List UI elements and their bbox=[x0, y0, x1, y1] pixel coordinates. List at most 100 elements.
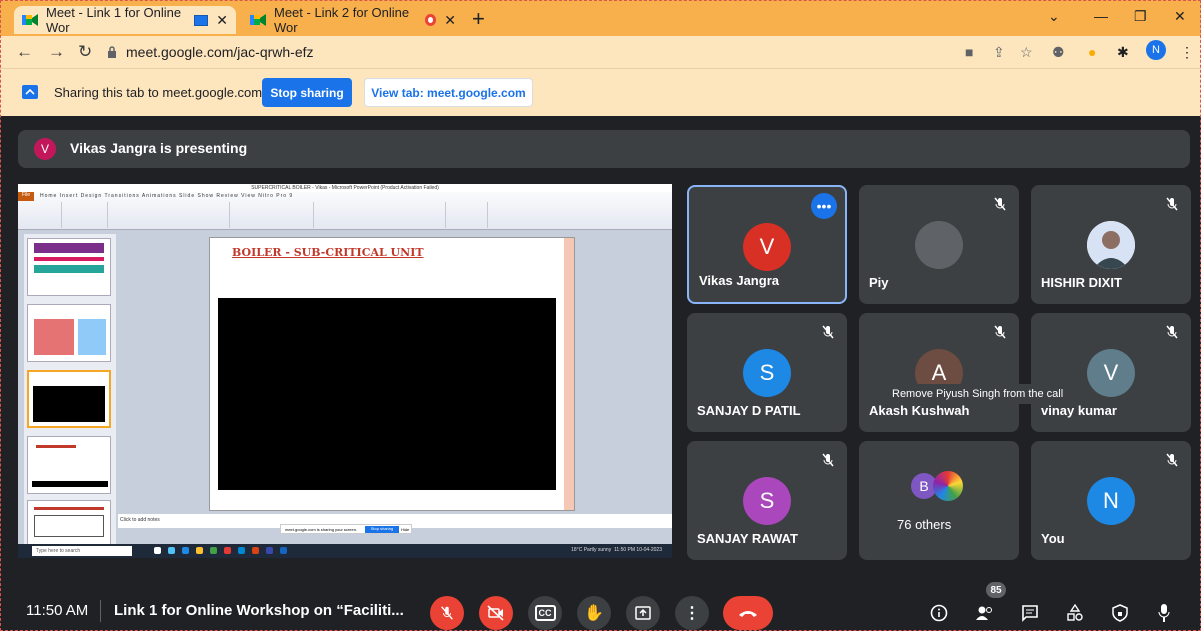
participant-name: SANJAY D PATIL bbox=[697, 403, 801, 418]
puzzle-icon[interactable]: ✱ bbox=[1117, 44, 1129, 61]
ppt-ribbon-group bbox=[20, 202, 62, 228]
slide-title: BOILER - SUB-CRITICAL UNIT bbox=[232, 246, 424, 259]
mic-off-icon bbox=[822, 453, 834, 467]
people-icon[interactable] bbox=[974, 602, 996, 624]
lock-meeting-icon[interactable] bbox=[1153, 602, 1175, 624]
camera-icon[interactable]: ■ bbox=[965, 44, 973, 60]
meeting-title: Link 1 for Online Workshop on “Faciliti.… bbox=[114, 602, 404, 619]
participant-tile-vinay[interactable]: V vinay kumar bbox=[1031, 313, 1191, 432]
mic-off-icon bbox=[441, 606, 453, 620]
minimize-icon[interactable]: — bbox=[1094, 8, 1108, 24]
tooltip: Remove Piyush Singh from the call bbox=[886, 384, 1070, 404]
participant-count-badge: 85 bbox=[986, 582, 1006, 598]
new-tab-button[interactable]: + bbox=[472, 6, 485, 32]
participant-tile-vikas[interactable]: V ••• Vikas Jangra bbox=[687, 185, 847, 304]
restore-icon[interactable]: ❐ bbox=[1134, 8, 1147, 25]
raise-hand-button[interactable]: ✋ bbox=[577, 596, 611, 630]
mini-hide-button: Hide bbox=[401, 527, 410, 532]
avatar-photo bbox=[933, 471, 963, 501]
url-text: meet.google.com/jac-qrwh-efz bbox=[126, 44, 314, 60]
profile-avatar[interactable]: N bbox=[1146, 40, 1166, 60]
stop-sharing-button[interactable]: Stop sharing bbox=[262, 78, 352, 107]
taskbar-tray: 18°C Partly sunny 11:50 PM 10-04-2023 bbox=[571, 547, 662, 553]
leave-call-button[interactable] bbox=[723, 596, 773, 630]
participant-tile-shishir[interactable]: HISHIR DIXIT bbox=[1031, 185, 1191, 304]
reload-icon[interactable]: ↻ bbox=[78, 42, 92, 62]
ppt-ribbon: File Home Insert Design Transitions Anim… bbox=[18, 192, 672, 230]
taskbar-app-icon bbox=[238, 547, 245, 554]
participant-tile-akash[interactable]: A Akash Kushwah bbox=[859, 313, 1019, 432]
view-tab-button[interactable]: View tab: meet.google.com bbox=[364, 78, 533, 107]
ppt-slide: BOILER - SUB-CRITICAL UNIT bbox=[210, 238, 574, 510]
tab-title: Meet - Link 2 for Online Wor bbox=[274, 5, 410, 35]
close-tab-icon[interactable]: ✕ bbox=[216, 12, 228, 29]
avatar: V bbox=[743, 223, 791, 271]
avatar: S bbox=[743, 349, 791, 397]
participant-tile-sanjay-rawat[interactable]: S SANJAY RAWAT bbox=[687, 441, 847, 560]
screen-share-icon bbox=[22, 85, 38, 99]
sharing-indicator-icon bbox=[194, 14, 209, 26]
chevron-down-icon[interactable]: ⌄ bbox=[1048, 8, 1060, 25]
participant-name: SANJAY RAWAT bbox=[697, 531, 798, 546]
participant-name: Vikas Jangra bbox=[699, 273, 779, 288]
more-vert-icon: ⋮ bbox=[684, 605, 700, 622]
camera-toggle-button[interactable] bbox=[479, 596, 513, 630]
tab-title: Meet - Link 1 for Online Wor bbox=[46, 5, 182, 35]
ppt-ribbon-group bbox=[448, 202, 488, 228]
star-icon[interactable]: ☆ bbox=[1020, 44, 1033, 61]
mic-off-icon bbox=[994, 325, 1006, 339]
shared-screen: SUPERCRITICAL BOILER - Vikas - Microsoft… bbox=[18, 184, 672, 558]
ppt-slide-area: BOILER - SUB-CRITICAL UNIT bbox=[126, 232, 672, 510]
taskbar-app-icon bbox=[182, 547, 189, 554]
taskbar-app-icon bbox=[196, 547, 203, 554]
taskbar-app-icon bbox=[280, 547, 287, 554]
presenter-text: Vikas Jangra is presenting bbox=[70, 140, 248, 156]
more-options-button[interactable]: ⋮ bbox=[675, 596, 709, 630]
participant-tile-piyush[interactable]: Piy bbox=[859, 185, 1019, 304]
present-button[interactable] bbox=[626, 596, 660, 630]
tab-meet-link-2[interactable]: Meet - Link 2 for Online Wor ✕ bbox=[242, 5, 464, 35]
participant-tile-sanjay-patil[interactable]: S SANJAY D PATIL bbox=[687, 313, 847, 432]
ppt-ribbon-group bbox=[316, 202, 446, 228]
forward-icon[interactable]: → bbox=[48, 42, 65, 62]
taskbar-app-icon bbox=[266, 547, 273, 554]
participant-name: HISHIR DIXIT bbox=[1041, 275, 1122, 290]
address-bar[interactable]: meet.google.com/jac-qrwh-efz bbox=[106, 40, 956, 64]
back-icon[interactable]: ← bbox=[16, 42, 33, 62]
windows-taskbar: Type here to search 18°C Partly sunny 11… bbox=[18, 544, 672, 558]
presenter-banner: V Vikas Jangra is presenting bbox=[18, 130, 1190, 168]
more-options-icon[interactable]: ••• bbox=[811, 193, 837, 219]
host-controls-icon[interactable] bbox=[1109, 602, 1131, 624]
more-menu-icon[interactable]: ⋮ bbox=[1180, 44, 1194, 61]
participant-tile-others[interactable]: B 76 others bbox=[859, 441, 1019, 560]
google-meet-icon bbox=[22, 13, 38, 27]
mic-off-icon bbox=[994, 197, 1006, 211]
taskbar-app-icon bbox=[168, 547, 175, 554]
participant-tile-you[interactable]: N You bbox=[1031, 441, 1191, 560]
slide-video bbox=[218, 298, 556, 490]
mic-toggle-button[interactable] bbox=[430, 596, 464, 630]
close-tab-icon[interactable]: ✕ bbox=[444, 12, 456, 29]
info-icon[interactable] bbox=[928, 602, 950, 624]
avatar: V bbox=[34, 138, 56, 160]
participant-name: vinay kumar bbox=[1041, 403, 1117, 418]
meeting-time: 11:50 AM bbox=[26, 602, 89, 619]
activities-icon[interactable] bbox=[1064, 602, 1086, 624]
extension-icon[interactable]: ⚉ bbox=[1052, 44, 1065, 61]
close-window-icon[interactable]: ✕ bbox=[1174, 8, 1186, 25]
notes-placeholder: Click to add notes bbox=[120, 517, 160, 523]
taskbar-app-icon bbox=[224, 547, 231, 554]
taskbar-search: Type here to search bbox=[32, 546, 132, 556]
participant-name: Piy bbox=[869, 275, 889, 290]
mini-share-bar: meet.google.com is sharing your screen. … bbox=[280, 524, 412, 534]
ppt-window-title: SUPERCRITICAL BOILER - Vikas - Microsoft… bbox=[18, 184, 672, 192]
bulb-icon[interactable]: ● bbox=[1088, 44, 1096, 60]
captions-button[interactable]: CC bbox=[528, 596, 562, 630]
present-screen-icon bbox=[635, 606, 651, 620]
ppt-ribbon-group bbox=[232, 202, 314, 228]
chat-icon[interactable] bbox=[1019, 602, 1041, 624]
tab-meet-link-1[interactable]: Meet - Link 1 for Online Wor ✕ bbox=[14, 5, 236, 35]
avatar bbox=[915, 221, 963, 269]
mic-off-icon bbox=[1166, 197, 1178, 211]
share-icon[interactable]: ⇪ bbox=[993, 44, 1005, 61]
